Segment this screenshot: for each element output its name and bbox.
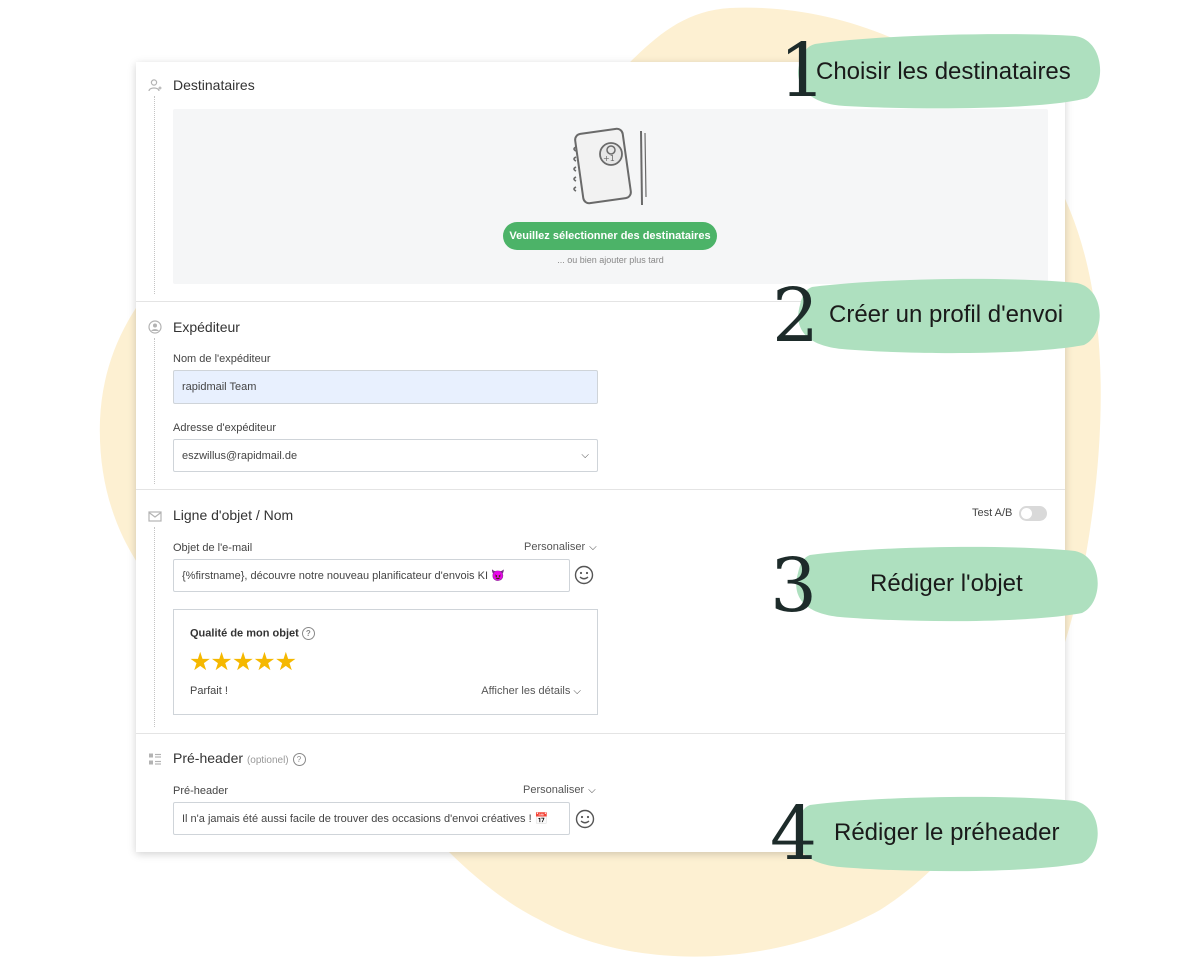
- help-icon[interactable]: ?: [292, 752, 306, 766]
- svg-text:+1: +1: [603, 154, 615, 163]
- preheader-title: Pré-header (optionel) ?: [173, 750, 306, 766]
- callout-2: 2 Créer un profil d'envoi: [772, 277, 1106, 355]
- callout-number: 4: [770, 791, 818, 877]
- envelope-icon: [148, 511, 162, 522]
- preheader-title-text: Pré-header: [173, 750, 244, 766]
- address-book-icon: +1: [573, 127, 647, 206]
- emoji-picker-icon[interactable]: [574, 565, 594, 585]
- callout-text: Rédiger l'objet: [870, 570, 1023, 597]
- sender-title: Expéditeur: [173, 319, 240, 335]
- user-circle-icon: [148, 320, 162, 334]
- timeline-line: [154, 96, 155, 294]
- subject-personalize-dropdown[interactable]: Personaliser ⌵: [524, 541, 597, 553]
- callout-number: 3: [770, 543, 818, 629]
- chevron-down-icon: ⌵: [589, 541, 597, 553]
- help-icon[interactable]: ?: [301, 627, 315, 640]
- sender-address-value: eszwillus@rapidmail.de: [182, 449, 298, 462]
- quality-stars: ★★★★★: [189, 648, 297, 676]
- preheader-field-label: Pré-header: [173, 785, 229, 797]
- subject-quality-card: Qualité de mon objet ? ★★★★★ Parfait ! A…: [173, 609, 598, 715]
- timeline-line: [154, 527, 155, 727]
- callout-4: 4 Rédiger le préheader: [770, 795, 1104, 873]
- sender-name-input[interactable]: rapidmail Team: [173, 370, 598, 404]
- section-divider: [136, 489, 1065, 490]
- chevron-down-icon: ⌵: [573, 686, 581, 697]
- sender-name-label: Nom de l'expéditeur: [173, 353, 271, 365]
- add-user-icon: [148, 79, 162, 92]
- list-icon: [149, 753, 161, 765]
- subject-title: Ligne d'objet / Nom: [173, 507, 294, 523]
- chevron-down-icon: ⌵: [588, 784, 596, 796]
- sender-address-select[interactable]: eszwillus@rapidmail.de ⌵: [173, 439, 598, 472]
- subject-field-label: Objet de l'e-mail: [173, 542, 253, 554]
- select-recipients-button[interactable]: Veuillez sélectionner des destinataires: [503, 222, 717, 250]
- toggle-knob: [1021, 508, 1032, 519]
- campaign-form-panel: Destinataires +1 Veuillez sélectionner d…: [136, 62, 1065, 852]
- subject-input[interactable]: {%firstname}, découvre notre nouveau pla…: [173, 559, 570, 592]
- callout-text: Rédiger le préheader: [834, 819, 1060, 846]
- optional-label: (optionel): [246, 755, 289, 766]
- show-details-label: Afficher les détails: [481, 685, 571, 697]
- preheader-personalize-dropdown[interactable]: Personaliser ⌵: [523, 784, 596, 796]
- add-later-link[interactable]: ... ou bien ajouter plus tard: [173, 255, 1048, 265]
- preheader-value: Il n'a jamais été aussi facile de trouve…: [182, 813, 549, 825]
- sender-name-value: rapidmail Team: [182, 381, 257, 393]
- chevron-down-icon: ⌵: [581, 450, 589, 461]
- sender-address-label: Adresse d'expéditeur: [173, 422, 276, 434]
- section-divider: [136, 733, 1065, 734]
- callout-number: 2: [772, 273, 820, 359]
- personalize-label: Personaliser: [523, 784, 585, 796]
- recipients-title: Destinataires: [173, 77, 255, 93]
- emoji-picker-icon[interactable]: [575, 809, 595, 829]
- callout-text: Créer un profil d'envoi: [829, 301, 1064, 328]
- quality-title: Qualité de mon objet ?: [190, 627, 315, 640]
- preheader-input[interactable]: Il n'a jamais été aussi facile de trouve…: [173, 802, 570, 835]
- personalize-label: Personaliser: [524, 541, 586, 553]
- test-ab-label: Test A/B: [972, 507, 1013, 519]
- callout-1: 1 Choisir les destinataires: [775, 32, 1105, 110]
- quality-status: Parfait !: [190, 685, 228, 697]
- show-details-link[interactable]: Afficher les détails ⌵: [481, 685, 581, 697]
- callout-text: Choisir les destinataires: [816, 58, 1071, 85]
- callout-3: 3 Rédiger l'objet: [770, 545, 1104, 623]
- test-ab-toggle[interactable]: [1019, 506, 1047, 521]
- timeline-line: [154, 338, 155, 484]
- recipients-box: +1 Veuillez sélectionner des destinatair…: [173, 109, 1048, 284]
- subject-value: {%firstname}, découvre notre nouveau pla…: [182, 570, 505, 582]
- quality-title-text: Qualité de mon objet: [190, 627, 299, 640]
